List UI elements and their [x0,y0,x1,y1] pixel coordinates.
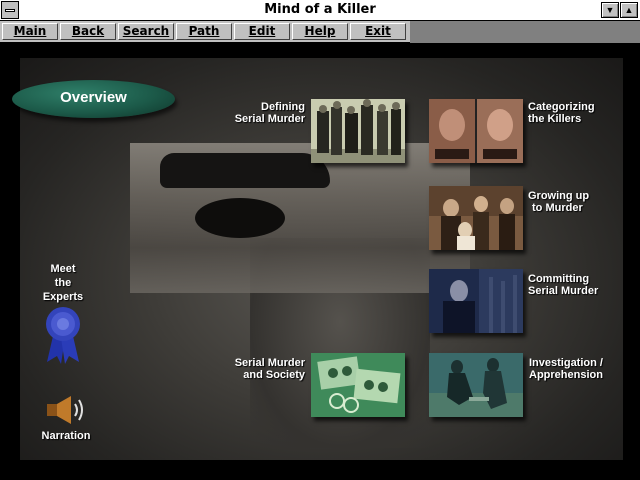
window-title: Mind of a Killer [264,2,376,17]
topic-investigation-thumbnail[interactable] [429,353,523,417]
ribbon-icon[interactable] [41,306,85,364]
overview-label: Overview [60,89,127,106]
overview-button[interactable]: Overview [12,80,175,118]
speaker-icon[interactable] [45,394,87,426]
topic-society-label[interactable]: Serial Murder and Society [200,357,305,381]
menu-back-button[interactable]: Back [60,23,116,40]
topic-society-thumbnail[interactable] [311,353,405,417]
title-bar: Mind of a Killer ▼ ▲ [0,0,640,21]
minimize-button[interactable]: ▼ [601,2,619,18]
menu-bar-filler [410,21,640,43]
topic-committing-label[interactable]: Committing Serial Murder [528,273,628,297]
meet-experts-label[interactable]: Meet the Experts [35,262,91,304]
menu-exit-button[interactable]: Exit [350,23,406,40]
topic-growing-label[interactable]: Growing up to Murder [528,190,628,214]
maximize-button[interactable]: ▲ [620,2,638,18]
narration-label[interactable]: Narration [30,430,102,442]
topic-defining-thumbnail[interactable] [311,99,405,163]
topic-categorizing-thumbnail[interactable] [429,99,523,163]
menu-search-button[interactable]: Search [118,23,174,40]
topic-defining-label[interactable]: Defining Serial Murder [200,101,305,125]
topic-committing-thumbnail[interactable] [429,269,523,333]
nav-menu-bar: Main Back Search Path Edit Help Exit [0,21,640,43]
topic-categorizing-label[interactable]: Categorizing the Killers [528,101,628,125]
menu-help-button[interactable]: Help [292,23,348,40]
topic-growing-thumbnail[interactable] [429,186,523,250]
topic-investigation-label[interactable]: Investigation / Apprehension [529,357,634,381]
menu-main-button[interactable]: Main [2,23,58,40]
menu-edit-button[interactable]: Edit [234,23,290,40]
menu-path-button[interactable]: Path [176,23,232,40]
